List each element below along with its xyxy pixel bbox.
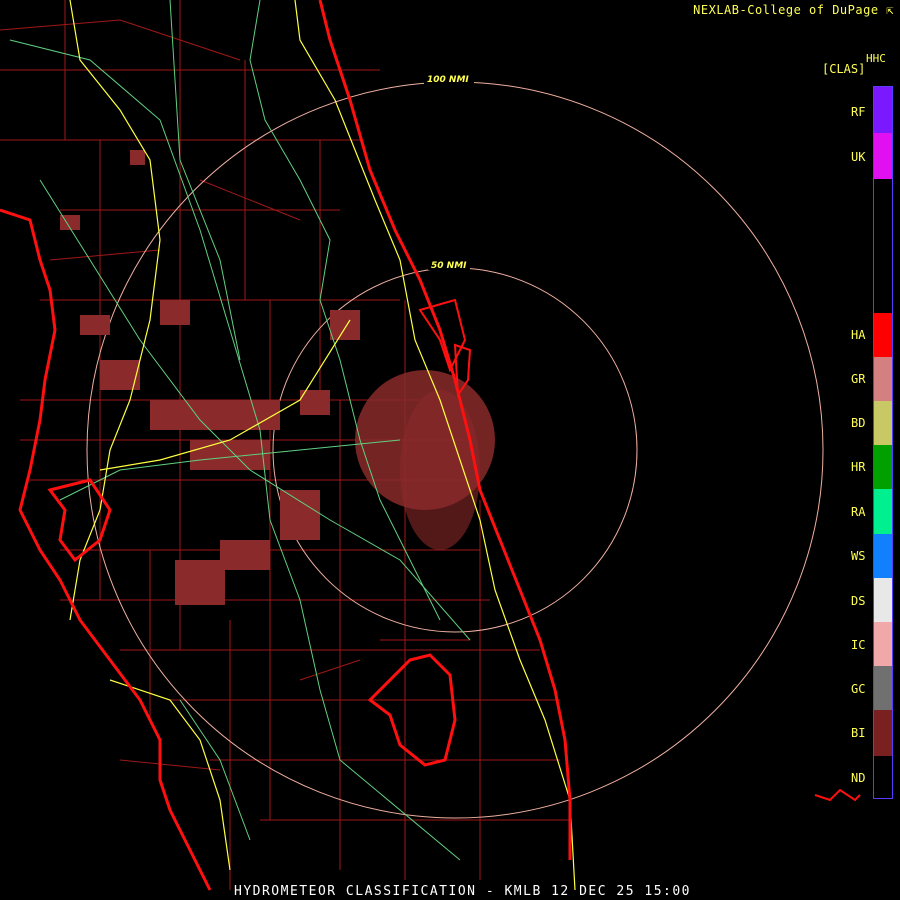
legend-swatch-ra [874,489,892,534]
legend-label-gr: GR [851,372,866,386]
legend-swatch-uk [874,133,892,179]
legend-label-hr: HR [851,460,866,474]
credit-text: NEXLAB-College of DuPage ⇱ [693,3,894,17]
radar-echoes [60,150,495,605]
legend-label-ws: WS [851,549,866,563]
legend-product-abbrev: [CLAS] [822,62,866,76]
legend-swatch-hr [874,445,892,489]
legend-label-ra: RA [851,505,866,519]
legend-swatch-bi [874,710,892,756]
ring-label-50: 50 NMI [431,261,467,271]
legend-label-gc: GC [851,682,866,696]
lake-okeechobee [367,653,457,767]
legend-label-uk: UK [851,150,866,164]
legend-label-ha: HA [851,328,866,342]
legend-product-code: HHC [866,52,886,65]
legend-swatch-ws [874,534,892,578]
legend-label-rf: RF [851,105,866,119]
legend-label-bi: BI [851,726,866,740]
product-title: HYDROMETEOR CLASSIFICATION - KMLB 12 DEC… [234,884,692,899]
expand-icon[interactable]: ⇱ [879,3,894,17]
highways [69,0,576,891]
legend-swatch-ha [874,313,892,357]
legend-swatch-ic [874,622,892,666]
legend-swatch-bd [874,401,892,445]
ring-label-100: 100 NMI [427,75,469,85]
legend-color-bar [873,86,893,799]
legend-swatch-gr [874,357,892,401]
legend-label-ic: IC [851,638,866,652]
legend-label-nd: ND [851,771,866,785]
legend-label-ds: DS [851,594,866,608]
legend-swatch-rf [874,87,892,133]
radar-map: 100 NMI 50 NMI [0,0,861,891]
legend-label-bd: BD [851,416,866,430]
legend-swatch-ds [874,578,892,622]
legend-swatch-gc [874,666,892,710]
